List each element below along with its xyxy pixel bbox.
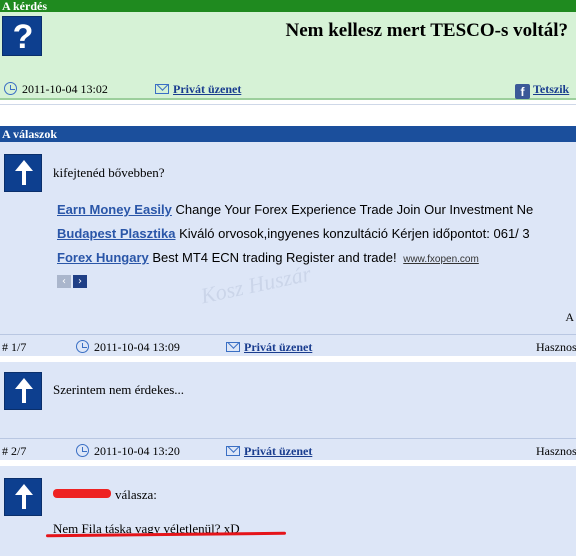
answer-date-text: 2011-10-04 13:20 — [94, 444, 180, 458]
answers-section-header: A válaszok — [0, 126, 576, 142]
ad-title[interactable]: Earn Money Easily — [57, 202, 172, 217]
answer-2-footer: # 2/7 2011-10-04 13:20 Privát üzenet Has… — [0, 438, 576, 460]
useful-label[interactable]: Hasznos — [536, 444, 576, 459]
up-arrow-icon — [4, 478, 42, 516]
clock-icon — [76, 444, 89, 457]
up-arrow-icon — [4, 372, 42, 410]
like-label[interactable]: Tetszik — [533, 82, 569, 96]
answer-date: 2011-10-04 13:09 — [76, 340, 180, 355]
reply-label: válasza: — [115, 487, 157, 502]
ad-navigation: ‹ › — [57, 272, 89, 288]
ad-item[interactable]: Budapest Plasztika Kiváló orvosok,ingyen… — [57, 226, 530, 241]
ad-title[interactable]: Forex Hungary — [57, 250, 149, 265]
ad-text: Change Your Forex Experience Trade Join … — [175, 202, 534, 217]
ad-title[interactable]: Budapest Plasztika — [57, 226, 176, 241]
ad-text: Kiváló orvosok,ingyenes konzultáció Kérj… — [179, 226, 530, 241]
private-message-label[interactable]: Privát üzenet — [173, 82, 241, 96]
answer-2: Szerintem nem érdekes... — [0, 362, 576, 438]
private-message-label[interactable]: Privát üzenet — [244, 444, 312, 458]
question-box: ? Nem kellesz mert TESCO-s voltál? 2011-… — [0, 12, 576, 100]
watermark: Kosz Huszár — [198, 260, 314, 309]
ad-url[interactable]: www.fxopen.com — [403, 254, 479, 265]
question-section-header: A kérdés — [0, 0, 576, 12]
facebook-like-button[interactable]: f Tetszik — [515, 82, 569, 99]
answer-3: válasza: Nem Fila táska vagy véletlenül?… — [0, 466, 576, 556]
answers-section-title: A válaszok — [2, 127, 58, 141]
answer-number: # 1/7 — [2, 340, 27, 354]
mail-icon — [226, 342, 240, 352]
up-arrow-icon — [4, 154, 42, 192]
section-separator — [0, 104, 576, 122]
redacted-username — [53, 489, 111, 498]
answer-date: 2011-10-04 13:20 — [76, 444, 180, 459]
answer-text: Szerintem nem érdekes... — [53, 382, 185, 397]
answer-date-text: 2011-10-04 13:09 — [94, 340, 180, 354]
answer-number: # 2/7 — [2, 444, 27, 458]
clock-icon — [4, 82, 17, 95]
question-private-message-link[interactable]: Privát üzenet — [155, 82, 241, 97]
answer-1-footer: # 1/7 2011-10-04 13:09 Privát üzenet Has… — [0, 334, 576, 356]
reply-header: válasza: — [53, 487, 157, 503]
answer-private-message-link[interactable]: Privát üzenet — [226, 340, 312, 355]
clock-icon — [76, 340, 89, 353]
mail-icon — [226, 446, 240, 456]
mail-icon — [155, 84, 169, 94]
question-title: Nem kellesz mert TESCO-s voltál? — [285, 20, 569, 41]
ad-item[interactable]: Earn Money Easily Change Your Forex Expe… — [57, 202, 533, 217]
answer-trailing-letter: A — [565, 310, 574, 324]
ad-text: Best MT4 ECN trading Register and trade! — [152, 250, 397, 265]
question-date-text: 2011-10-04 13:02 — [22, 82, 108, 96]
question-mark-icon: ? — [2, 16, 42, 56]
ad-item[interactable]: Forex Hungary Best MT4 ECN trading Regis… — [57, 250, 479, 265]
facebook-icon: f — [515, 84, 530, 99]
private-message-label[interactable]: Privát üzenet — [244, 340, 312, 354]
ad-next-button[interactable]: › — [73, 275, 87, 288]
ad-prev-button[interactable]: ‹ — [57, 275, 71, 288]
answer-text: kifejtenéd bővebben? — [53, 165, 165, 180]
answer-private-message-link[interactable]: Privát üzenet — [226, 444, 312, 459]
useful-label[interactable]: Hasznos — [536, 340, 576, 355]
question-date: 2011-10-04 13:02 — [4, 82, 108, 97]
